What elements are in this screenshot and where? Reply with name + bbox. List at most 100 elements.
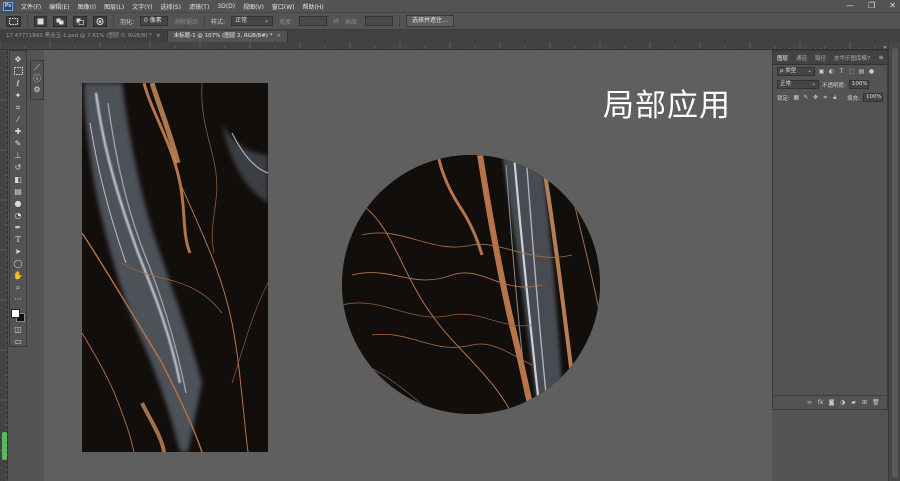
separator (27, 15, 28, 27)
color-swatches[interactable] (11, 309, 25, 322)
lock-transparent-icon[interactable]: ▦ (793, 94, 800, 101)
feather-input[interactable]: 0 像素 (140, 16, 169, 26)
dodge-tool-icon[interactable]: ◔ (13, 211, 24, 220)
filter-shape-icon[interactable]: ⬚ (848, 68, 855, 75)
type-tool-icon[interactable]: T (13, 235, 24, 244)
menu-edit[interactable]: 编辑(E) (49, 2, 69, 11)
path-selection-icon[interactable]: ➤ (13, 247, 24, 256)
width-input[interactable] (299, 16, 328, 26)
menu-type[interactable]: 文字(Y) (132, 2, 152, 11)
new-selection-button[interactable] (34, 15, 47, 27)
menu-image[interactable]: 图像(I) (78, 2, 96, 11)
quick-mask-icon[interactable]: ◫ (13, 325, 24, 334)
new-group-icon[interactable]: ▰ (850, 399, 857, 406)
horizontal-ruler[interactable] (0, 42, 893, 50)
blur-tool-icon[interactable]: ● (13, 199, 24, 208)
tab-document-2[interactable]: 未标题-1 @ 107% (图层 2, RGB/8#) * × (167, 31, 289, 42)
move-tool-icon[interactable]: ✥ (13, 55, 24, 64)
height-label: 高度: (344, 18, 360, 26)
collapse-panels-icon[interactable]: » (883, 44, 887, 51)
pen-tool-icon[interactable]: ✒ (13, 223, 24, 232)
eraser-icon[interactable]: ◧ (13, 175, 24, 184)
more-tools-icon[interactable]: ··· (13, 295, 24, 304)
layer-filter-select[interactable]: ρ 类型 ⌄ (777, 67, 815, 76)
add-mask-icon[interactable]: ◙ (828, 399, 835, 406)
restore-button[interactable]: ❐ (868, 1, 875, 10)
tab-label: 未标题-1 @ 107% (图层 2, RGB/8#) * (173, 33, 273, 39)
tab-paths[interactable]: 路径 (815, 54, 826, 62)
menu-help[interactable]: 帮助(H) (303, 2, 324, 11)
fill-input[interactable]: 100% (863, 93, 883, 102)
menu-window[interactable]: 窗口(W) (272, 2, 295, 11)
close-button[interactable]: ✕ (889, 1, 896, 10)
intersect-selection-button[interactable] (93, 15, 107, 27)
lasso-tool-icon[interactable]: ℓ (13, 79, 24, 88)
gradient-tool-icon[interactable]: ▤ (13, 187, 24, 196)
adjustment-layer-icon[interactable]: ◑ (839, 399, 846, 406)
menu-file[interactable]: 文件(F) (21, 2, 41, 11)
select-and-mask-button[interactable]: 选择并遮住... (406, 15, 454, 27)
delete-layer-icon[interactable]: 🗑︎ (872, 399, 880, 406)
lock-all-icon[interactable]: 🔒︎ (831, 94, 838, 101)
lock-image-icon[interactable]: ✎ (803, 94, 810, 101)
add-to-selection-button[interactable] (53, 15, 67, 27)
filter-toggle-icon[interactable]: ● (868, 68, 875, 75)
tab-layers[interactable]: 图层 (777, 54, 788, 62)
marquee-tool-preset-button[interactable] (6, 15, 21, 27)
history-brush-icon[interactable]: ↺ (13, 163, 24, 172)
filter-adjustment-icon[interactable]: ◐ (828, 68, 835, 75)
brush-settings-icon[interactable]: ⟋ (32, 63, 43, 72)
magic-wand-icon[interactable]: ✦ (13, 91, 24, 100)
filter-pixel-icon[interactable]: ▣ (818, 68, 825, 75)
lock-artboard-icon[interactable]: ⌗ (822, 94, 829, 101)
blend-mode-select[interactable]: 正常 ⌄ (777, 80, 819, 89)
menu-select[interactable]: 选择(S) (160, 2, 181, 11)
crop-tool-icon[interactable]: ⌗ (13, 103, 24, 112)
healing-brush-icon[interactable]: ✚ (13, 127, 24, 136)
hand-tool-icon[interactable]: ✋ (13, 271, 24, 280)
panel-menu-icon[interactable]: ≡ (879, 54, 884, 61)
lock-position-icon[interactable]: ✥ (812, 94, 819, 101)
minimize-button[interactable]: — (846, 1, 854, 10)
style-select[interactable]: 正常 ⌄ (231, 16, 274, 26)
brush-tool-icon[interactable]: ✎ (13, 139, 24, 148)
subtract-selection-button[interactable] (73, 15, 87, 27)
document-canvas[interactable]: 局部应用 (44, 50, 772, 481)
height-input[interactable] (365, 16, 394, 26)
scrollbar-thumb[interactable] (892, 48, 898, 478)
menu-3d[interactable]: 3D(D) (217, 3, 235, 10)
eyedropper-icon[interactable]: ⁄ (13, 115, 24, 124)
add-selection-icon (56, 18, 64, 24)
separator (399, 15, 401, 27)
screen-mode-icon[interactable]: ▭ (13, 337, 24, 346)
menu-view[interactable]: 视图(V) (243, 2, 264, 11)
separator (113, 15, 114, 27)
link-layers-icon[interactable]: ∞ (806, 399, 813, 406)
vertical-ruler[interactable] (0, 49, 8, 481)
new-layer-icon[interactable]: ⊞ (861, 399, 868, 406)
tab-channels[interactable]: 通道 (796, 54, 807, 62)
adjust-icon[interactable]: ⚙ (32, 85, 43, 94)
tab-library[interactable]: 皮华乐图库模7 (834, 54, 871, 62)
info-icon[interactable]: ⓘ (32, 74, 43, 83)
layers-panel: 图层 通道 路径 皮华乐图库模7 ≡ ρ 类型 ⌄ ▣ ◐ T ⬚ ▤ ● 正常… (772, 50, 888, 410)
tab-close-icon[interactable]: × (156, 31, 161, 42)
vertical-scrollbar[interactable] (888, 42, 900, 481)
menu-layer[interactable]: 图层(L) (104, 2, 124, 11)
filter-type-icon[interactable]: T (838, 68, 845, 75)
marquee-tool-icon[interactable] (13, 67, 24, 76)
antialias-checkbox[interactable]: 消除锯齿 (174, 17, 198, 26)
menu-filter[interactable]: 滤镜(T) (189, 2, 209, 11)
swap-dimensions-icon[interactable]: ⇄ (333, 17, 339, 25)
foreground-color-swatch[interactable] (11, 309, 20, 318)
opacity-input[interactable]: 100% (848, 80, 869, 89)
layer-style-icon[interactable]: fx (817, 399, 824, 406)
tab-close-icon[interactable]: × (276, 31, 281, 42)
filter-smart-object-icon[interactable]: ▤ (858, 68, 865, 75)
marble-slab-image (82, 83, 268, 452)
ellipse-tool-icon[interactable]: ◯ (13, 259, 24, 268)
layer-filter-row: ρ 类型 ⌄ ▣ ◐ T ⬚ ▤ ● (773, 65, 887, 78)
zoom-tool-icon[interactable]: ⌕ (13, 283, 24, 292)
tab-document-1[interactable]: 17 47771843 黑沧玉-1.psd @ 7.61% (图层 0, RGB… (0, 31, 168, 42)
clone-stamp-icon[interactable]: ⊥ (13, 151, 24, 160)
